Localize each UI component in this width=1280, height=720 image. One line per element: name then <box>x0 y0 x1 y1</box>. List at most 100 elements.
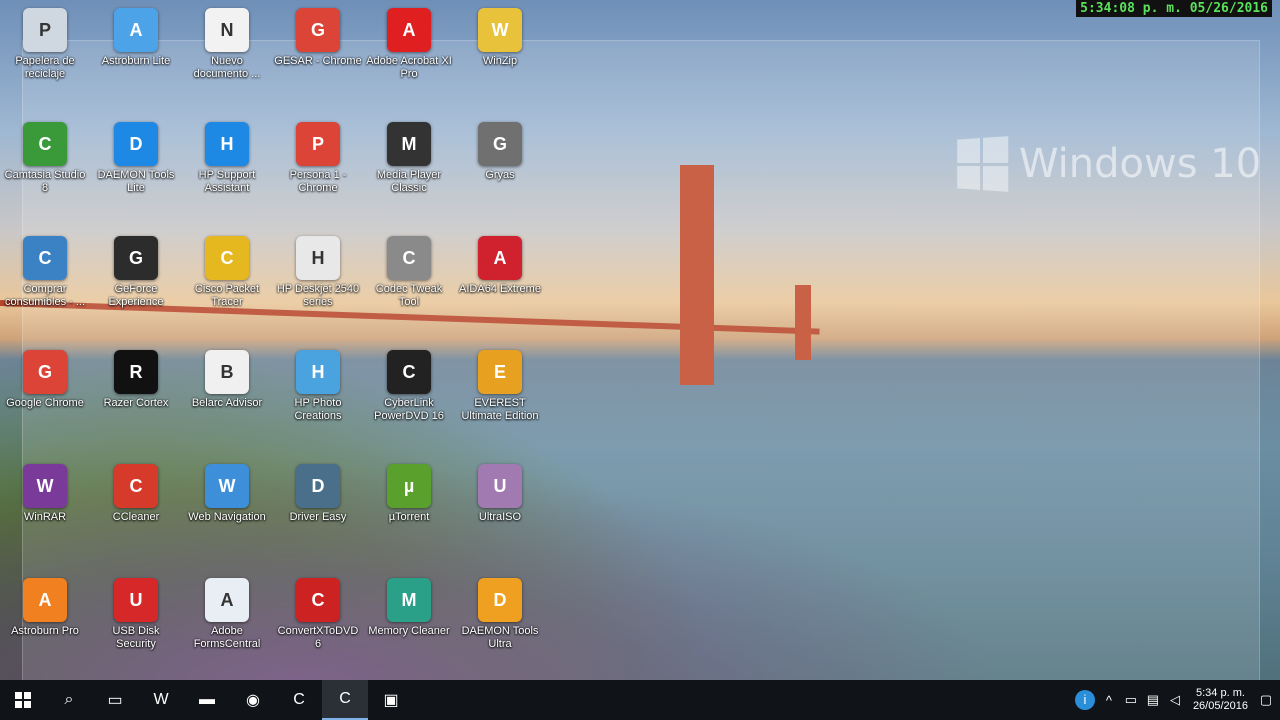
chrome-icon: G <box>23 350 67 394</box>
desktop-icon[interactable]: N Nuevo documento ... <box>183 8 271 81</box>
desktop: Windows 10 5:34:08 p. m. 05/26/2016 P Pap… <box>0 0 1280 720</box>
astroburn-pro-icon: A <box>23 578 67 622</box>
desktop-icon[interactable]: G GeForce Experience <box>92 236 180 309</box>
desktop-icon[interactable]: M Memory Cleaner <box>365 578 453 638</box>
desktop-icon[interactable]: C Comprar consumibles - ... <box>1 236 89 309</box>
desktop-icon-label: HP Deskjet 2540 series <box>276 283 360 308</box>
desktop-icon[interactable]: A Adobe Acrobat XI Pro <box>365 8 453 81</box>
desktop-icon-label: Gryas <box>485 169 515 181</box>
printer-icon: H <box>296 236 340 280</box>
desktop-icon[interactable]: µ µTorrent <box>365 464 453 524</box>
start-button[interactable] <box>0 680 46 720</box>
desktop-icon-label: EVEREST Ultimate Edition <box>461 397 539 422</box>
desktop-icon-label: Camtasia Studio 8 <box>4 169 86 194</box>
windows-logo-icon <box>957 136 1009 192</box>
recorder-timestamp: 5:34:08 p. m. 05/26/2016 <box>1076 0 1272 17</box>
notification-badge-icon[interactable]: i <box>1074 690 1095 710</box>
desktop-icon-label: AIDA64 Extreme <box>459 283 541 295</box>
desktop-icon[interactable]: R Razer Cortex <box>92 350 180 410</box>
desktop-icon-label: DAEMON Tools Lite <box>97 169 175 194</box>
desktop-icon[interactable]: H HP Photo Creations <box>274 350 362 423</box>
desktop-icon-label: WinZip <box>482 55 518 67</box>
camtasia-recorder-icon[interactable]: C <box>322 680 368 720</box>
file-explorer-icon[interactable]: ▬ <box>184 680 230 720</box>
battery-icon[interactable]: ▭ <box>1123 692 1139 708</box>
desktop-icon-label: HP Support Assistant <box>198 169 256 194</box>
remote-desktop-icon[interactable]: ▣ <box>368 680 414 720</box>
desktop-icon-label: Codec Tweak Tool <box>375 283 443 308</box>
show-hidden-icons-chevron-icon[interactable]: ^ <box>1101 693 1117 708</box>
desktop-icon-label: Google Chrome <box>6 397 84 409</box>
globe-icon: W <box>205 464 249 508</box>
desktop-icon[interactable]: C CCleaner <box>92 464 180 524</box>
desktop-icon[interactable]: B Belarc Advisor <box>183 350 271 410</box>
desktop-icon-label: CyberLink PowerDVD 16 <box>374 397 444 422</box>
desktop-icon-label: Media Player Classic <box>376 169 442 194</box>
taskbar-clock[interactable]: 5:34 p. m. 26/05/2016 <box>1189 687 1252 713</box>
search-icon[interactable]: ⌕ <box>46 680 92 720</box>
desktop-icon[interactable]: C Cisco Packet Tracer <box>183 236 271 309</box>
camtasia-icon: C <box>23 122 67 166</box>
desktop-icon[interactable]: P Papelera de reciclaje <box>1 8 89 81</box>
aida64-icon: A <box>478 236 522 280</box>
watermark-text: Windows 10 <box>1019 141 1262 187</box>
desktop-icon[interactable]: C CyberLink PowerDVD 16 <box>365 350 453 423</box>
desktop-icon-label: WinRAR <box>23 511 67 523</box>
desktop-icon[interactable]: H HP Support Assistant <box>183 122 271 195</box>
winzip-icon: W <box>478 8 522 52</box>
acrobat-icon: A <box>387 8 431 52</box>
desktop-icon-label: Memory Cleaner <box>368 625 450 637</box>
desktop-icon[interactable]: P Persona 1 - Chrome <box>274 122 362 195</box>
text-document-icon: N <box>205 8 249 52</box>
desktop-icon[interactable]: G GESAR - Chrome <box>274 8 362 68</box>
word-icon[interactable]: W <box>138 680 184 720</box>
desktop-icon-label: Persona 1 - Chrome <box>289 169 347 194</box>
desktop-icon[interactable]: A Astroburn Lite <box>92 8 180 68</box>
desktop-icon[interactable]: W WinRAR <box>1 464 89 524</box>
desktop-icon-label: Adobe Acrobat XI Pro <box>366 55 452 80</box>
task-view-icon[interactable]: ▭ <box>92 680 138 720</box>
chrome-icon: P <box>296 122 340 166</box>
desktop-icon[interactable]: W Web Navigation <box>183 464 271 524</box>
desktop-icon-label: µTorrent <box>388 511 430 523</box>
volume-icon[interactable]: ◁ <box>1167 692 1183 708</box>
desktop-icon[interactable]: W WinZip <box>456 8 544 68</box>
desktop-icon[interactable]: E EVEREST Ultimate Edition <box>456 350 544 423</box>
desktop-icon[interactable]: D DAEMON Tools Ultra <box>456 578 544 651</box>
desktop-icon-label: Belarc Advisor <box>191 397 263 409</box>
action-center-icon[interactable]: ▢ <box>1258 692 1274 708</box>
camtasia-icon[interactable]: C <box>276 680 322 720</box>
desktop-icon[interactable]: C Camtasia Studio 8 <box>1 122 89 195</box>
desktop-icon[interactable]: G Gryas <box>456 122 544 182</box>
photo-icon: H <box>296 350 340 394</box>
network-icon[interactable]: ▤ <box>1145 692 1161 708</box>
desktop-icon[interactable]: A AIDA64 Extreme <box>456 236 544 296</box>
desktop-icon-label: CCleaner <box>112 511 160 523</box>
desktop-icon[interactable]: C ConvertXToDVD 6 <box>274 578 362 651</box>
desktop-icon[interactable]: U UltraISO <box>456 464 544 524</box>
desktop-icon[interactable]: H HP Deskjet 2540 series <box>274 236 362 309</box>
desktop-icon-label: Web Navigation <box>188 511 266 523</box>
convertx-icon: C <box>296 578 340 622</box>
desktop-icon-label: Nuevo documento ... <box>193 55 261 80</box>
winrar-icon: W <box>23 464 67 508</box>
desktop-icon[interactable]: A Adobe FormsCentral <box>183 578 271 651</box>
desktop-icon[interactable]: M Media Player Classic <box>365 122 453 195</box>
desktop-icon[interactable]: A Astroburn Pro <box>1 578 89 638</box>
desktop-icon-label: HP Photo Creations <box>294 397 342 422</box>
desktop-icon[interactable]: D Driver Easy <box>274 464 362 524</box>
desktop-icon[interactable]: C Codec Tweak Tool <box>365 236 453 309</box>
system-tray: i ^ ▭ ▤ ◁ 5:34 p. m. 26/05/2016 ▢ <box>1074 687 1280 713</box>
chrome-icon: G <box>296 8 340 52</box>
desktop-icon[interactable]: G Google Chrome <box>1 350 89 410</box>
desktop-icon-label: Astroburn Pro <box>11 625 79 637</box>
nvidia-icon: G <box>114 236 158 280</box>
desktop-icon-label: GESAR - Chrome <box>274 55 362 67</box>
windows-10-watermark: Windows 10 <box>955 136 1262 192</box>
desktop-icon-label: Cisco Packet Tracer <box>194 283 260 308</box>
printer-shop-icon: C <box>23 236 67 280</box>
chrome-icon[interactable]: ◉ <box>230 680 276 720</box>
desktop-icon[interactable]: U USB Disk Security <box>92 578 180 651</box>
desktop-icon[interactable]: D DAEMON Tools Lite <box>92 122 180 195</box>
utorrent-icon: µ <box>387 464 431 508</box>
